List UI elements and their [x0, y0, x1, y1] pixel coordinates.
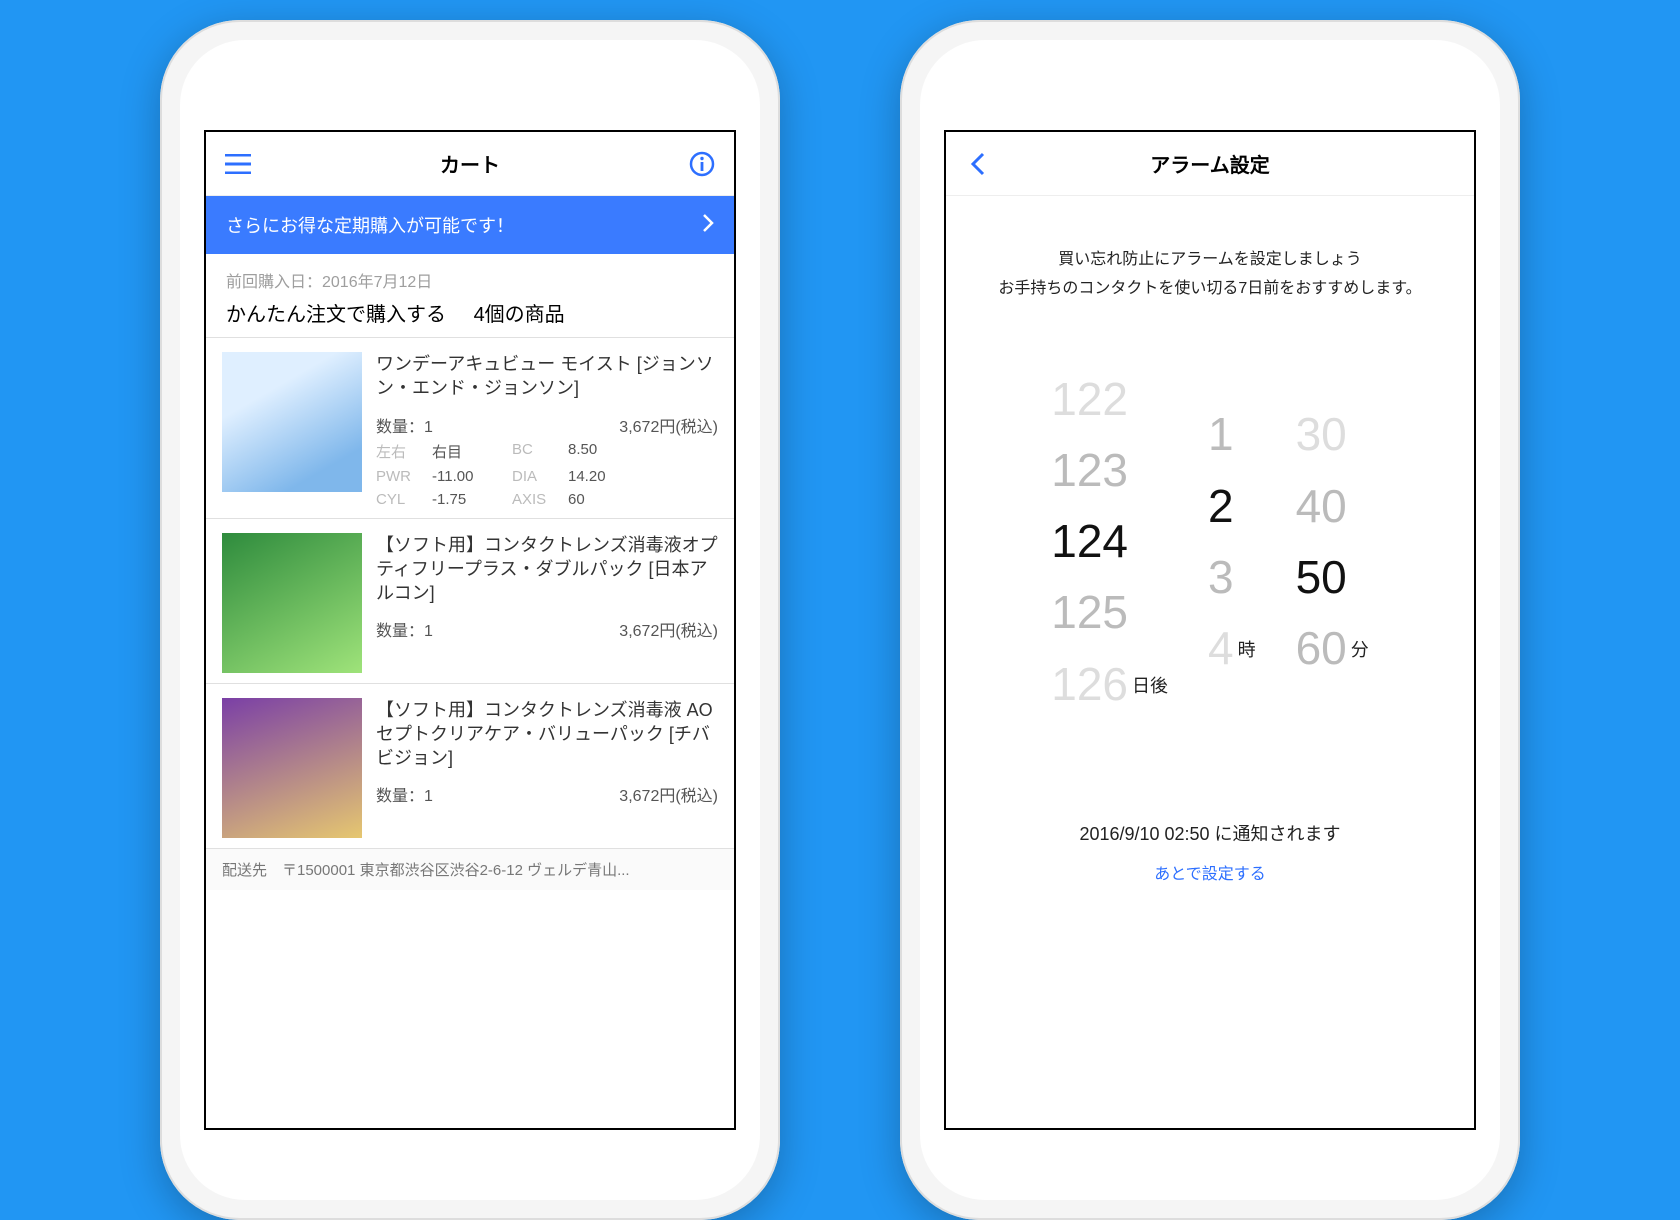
previous-purchase-date: 前回購入日：2016年7月12日 [226, 268, 714, 292]
product-name: 【ソフト用】コンタクトレンズ消毒液 AOセプトクリアケア・バリューパック [チバ… [376, 698, 718, 771]
alarm-pickers[interactable]: 122 123 124 125 126 日後 1 2 3 4 [946, 334, 1474, 760]
later-link[interactable]: あとで設定する [946, 860, 1474, 884]
qty-label: 数量：1 [376, 413, 433, 437]
menu-icon[interactable] [224, 150, 252, 178]
qty-label: 数量：1 [376, 782, 433, 806]
cart-meta: 前回購入日：2016年7月12日 かんたん注文で購入する 4個の商品 [206, 254, 734, 337]
summary-count: 4個の商品 [474, 298, 565, 327]
price: 3,672円(税込) [619, 413, 718, 437]
qty-label: 数量：1 [376, 617, 433, 641]
product-name: 【ソフト用】コンタクトレンズ消毒液オプティフリープラス・ダブルパック [日本アル… [376, 533, 718, 606]
phone-alarm: アラーム設定 買い忘れ防止にアラームを設定しましょう お手持ちのコンタクトを使い… [900, 20, 1520, 1220]
back-icon[interactable] [964, 150, 992, 178]
cart-screen: カート さらにお得な定期購入が可能です！ 前回購入日：2016年7月12日 かん… [204, 130, 736, 1130]
price: 3,672円(税込) [619, 617, 718, 641]
notify-text: 2016/9/10 02:50 に通知されます [946, 820, 1474, 846]
cart-item[interactable]: ワンデーアキュビュー モイスト [ジョンソン・エンド・ジョンソン] 数量：1 3… [206, 337, 734, 518]
alarm-msg-line2: お手持ちのコンタクトを使い切る7日前をおすすめします。 [970, 275, 1450, 304]
subscription-banner[interactable]: さらにお得な定期購入が可能です！ [206, 196, 734, 254]
cart-item[interactable]: 【ソフト用】コンタクトレンズ消毒液 AOセプトクリアケア・バリューパック [チバ… [206, 683, 734, 848]
mins-wheel[interactable]: 30 40 50 60 [1296, 399, 1347, 684]
cart-navbar: カート [206, 132, 734, 196]
product-thumbnail [222, 698, 362, 838]
cart-item[interactable]: 【ソフト用】コンタクトレンズ消毒液オプティフリープラス・ダブルパック [日本アル… [206, 518, 734, 683]
product-thumbnail [222, 352, 362, 492]
alarm-message: 買い忘れ防止にアラームを設定しましょう お手持ちのコンタクトを使い切る7日前をお… [946, 196, 1474, 334]
cart-title: カート [440, 149, 500, 178]
summary-lead: かんたん注文で購入する [226, 304, 446, 326]
alarm-navbar: アラーム設定 [946, 132, 1474, 196]
banner-text: さらにお得な定期購入が可能です！ [226, 212, 514, 238]
lens-specs: 左右 右目 BC 8.50 PWR -11.00 DIA 14.20 CYL -… [376, 441, 718, 508]
chevron-right-icon [702, 214, 714, 237]
days-unit: 日後 [1132, 672, 1168, 698]
product-thumbnail [222, 533, 362, 673]
phone-cart: カート さらにお得な定期購入が可能です！ 前回購入日：2016年7月12日 かん… [160, 20, 780, 1220]
mins-unit: 分 [1351, 636, 1369, 662]
shipping-address: 配送先 〒1500001 東京都渋谷区渋谷2-6-12 ヴェルデ青山... [206, 848, 734, 890]
days-wheel[interactable]: 122 123 124 125 126 [1051, 364, 1128, 720]
hours-unit: 時 [1238, 636, 1256, 662]
product-name: ワンデーアキュビュー モイスト [ジョンソン・エンド・ジョンソン] [376, 352, 718, 401]
price: 3,672円(税込) [619, 782, 718, 806]
alarm-title: アラーム設定 [1150, 149, 1269, 178]
cart-summary: かんたん注文で購入する 4個の商品 [226, 298, 714, 327]
hours-wheel[interactable]: 1 2 3 4 [1208, 399, 1234, 684]
alarm-msg-line1: 買い忘れ防止にアラームを設定しましょう [970, 246, 1450, 275]
alarm-screen: アラーム設定 買い忘れ防止にアラームを設定しましょう お手持ちのコンタクトを使い… [944, 130, 1476, 1130]
info-icon[interactable] [688, 150, 716, 178]
